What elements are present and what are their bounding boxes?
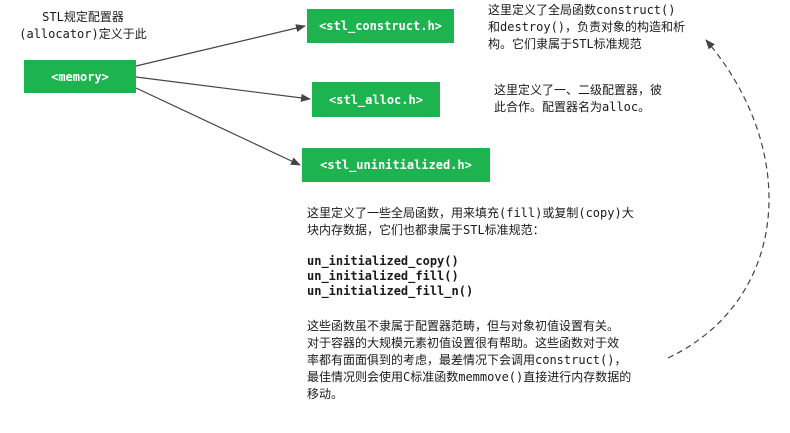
function-name: un_initialized_copy() — [307, 254, 459, 268]
allocator-header-note: STL规定配置器 (allocator)定义于此 — [19, 10, 147, 41]
function-list: un_initialized_copy() un_initialized_fil… — [307, 254, 473, 299]
arrow-memory-to-alloc — [135, 76, 311, 102]
alloc-note: 这里定义了一、二级配置器，彼 此合作。配置器名为alloc。 — [494, 83, 663, 114]
stl-construct-header-box: <stl_construct.h> — [307, 9, 454, 43]
stl-uninitialized-header-box: <stl_uninitialized.h> — [302, 148, 490, 182]
function-name: un_initialized_fill_n() — [307, 284, 474, 298]
construct-note: 这里定义了全局函数construct() 和destroy()，负责对象的构造和… — [488, 3, 686, 51]
dashed-arrow-detail-to-construct-note — [667, 39, 770, 359]
arrow-memory-to-construct — [135, 24, 306, 67]
stl-alloc-header-box: <stl_alloc.h> — [312, 82, 440, 117]
function-name: un_initialized_fill() — [307, 269, 459, 283]
memory-header-box: <memory> — [24, 60, 136, 93]
uninitialized-detail-note: 这些函数虽不隶属于配置器范畴，但与对象初值设置有关。 对于容器的大规模元素初值设… — [307, 319, 632, 401]
uninitialized-intro-note: 这里定义了一些全局函数，用来填充(fill)或复制(copy)大 块内存数据，它… — [307, 206, 634, 237]
arrow-memory-to-uninitialized — [135, 87, 301, 166]
